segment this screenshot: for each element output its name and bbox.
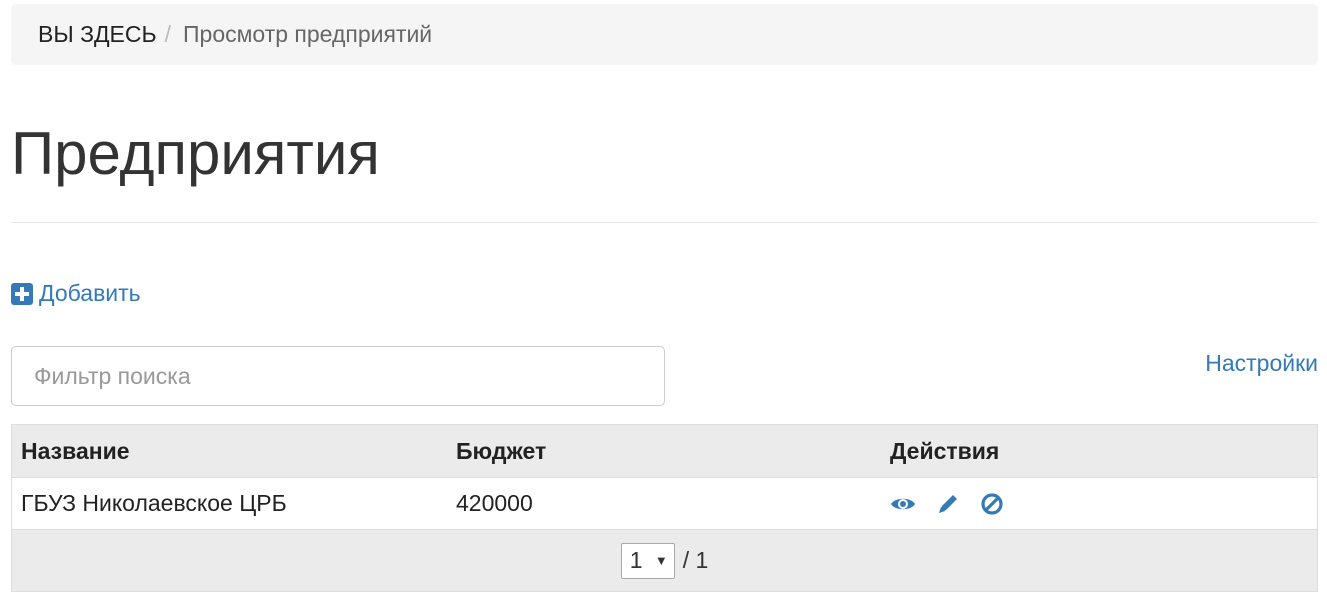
page-total: / 1 bbox=[682, 547, 709, 573]
search-input[interactable] bbox=[11, 346, 665, 406]
eye-icon[interactable] bbox=[890, 495, 916, 513]
ban-icon[interactable] bbox=[980, 492, 1004, 516]
column-header-name[interactable]: Название bbox=[21, 425, 130, 477]
table-row: ГБУЗ Николаевское ЦРБ 420000 bbox=[12, 478, 1317, 529]
pagination: 1 ▼ / 1 bbox=[12, 530, 1317, 591]
breadcrumb-separator: / bbox=[164, 21, 171, 47]
title-divider bbox=[11, 222, 1318, 223]
cell-budget: 420000 bbox=[456, 490, 533, 516]
breadcrumb-current: Просмотр предприятий bbox=[183, 21, 433, 47]
page-select[interactable]: 1 ▼ bbox=[620, 542, 675, 579]
cell-name: ГБУЗ Николаевское ЦРБ bbox=[21, 490, 287, 516]
plus-square-icon bbox=[11, 282, 33, 305]
column-header-budget[interactable]: Бюджет bbox=[456, 425, 546, 477]
table-header-row: Название Бюджет Действия bbox=[12, 425, 1317, 478]
breadcrumb: ВЫ ЗДЕСЬ / Просмотр предприятий bbox=[11, 4, 1318, 65]
settings-link[interactable]: Настройки bbox=[1205, 350, 1318, 377]
page-title: Предприятия bbox=[11, 120, 380, 187]
add-button[interactable]: Добавить bbox=[11, 280, 141, 307]
pencil-icon[interactable] bbox=[936, 492, 960, 516]
enterprises-table: Название Бюджет Действия ГБУЗ Николаевск… bbox=[11, 424, 1318, 592]
cell-actions bbox=[890, 478, 1024, 529]
table-footer: 1 ▼ / 1 bbox=[12, 529, 1317, 591]
breadcrumb-root[interactable]: ВЫ ЗДЕСЬ bbox=[38, 21, 157, 48]
column-header-actions: Действия bbox=[890, 437, 1000, 464]
chevron-down-icon: ▼ bbox=[654, 553, 668, 568]
add-button-label: Добавить bbox=[39, 280, 141, 306]
page-select-value: 1 bbox=[629, 547, 643, 573]
